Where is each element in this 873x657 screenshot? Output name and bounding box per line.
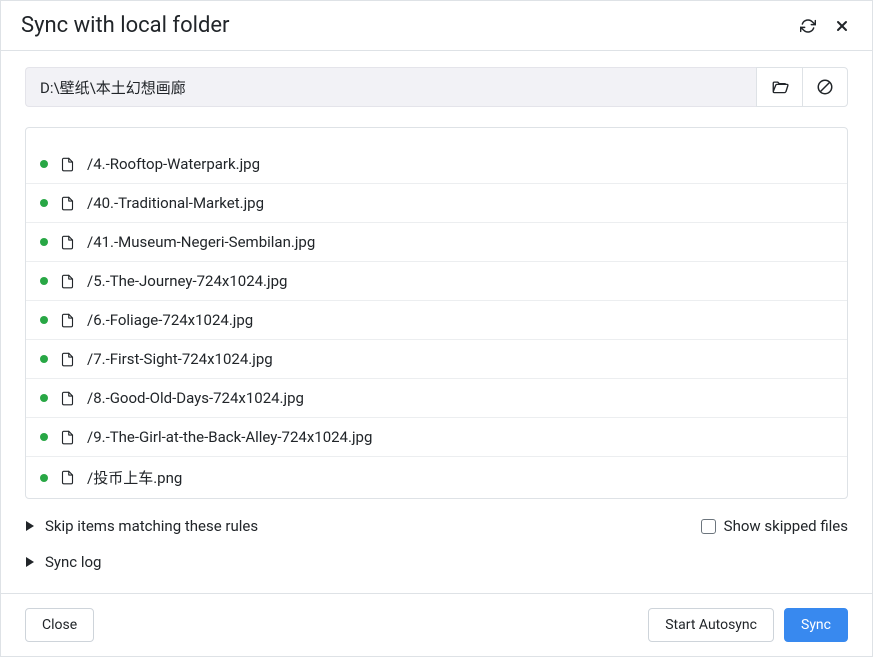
file-item[interactable]: /41.-Museum-Negeri-Sembilan.jpg xyxy=(26,223,847,262)
file-icon xyxy=(60,156,75,173)
dialog-footer: Close Start Autosync Sync xyxy=(1,594,872,656)
status-dot-icon xyxy=(40,474,48,482)
dialog-body: /4.-Rooftop-Waterpark.jpg/40.-Traditiona… xyxy=(1,50,872,594)
status-dot-icon xyxy=(40,394,48,402)
folder-path-input[interactable] xyxy=(25,67,756,107)
file-icon xyxy=(60,312,75,329)
browse-folder-button[interactable] xyxy=(756,67,802,107)
status-dot-icon xyxy=(40,433,48,441)
status-dot-icon xyxy=(40,316,48,324)
file-icon xyxy=(60,234,75,251)
file-name: /40.-Traditional-Market.jpg xyxy=(87,194,264,212)
file-icon xyxy=(60,390,75,407)
file-name: /8.-Good-Old-Days-724x1024.jpg xyxy=(87,389,304,407)
file-item[interactable]: /40.-Traditional-Market.jpg xyxy=(26,184,847,223)
checkbox-box xyxy=(701,519,716,534)
file-list[interactable]: /4.-Rooftop-Waterpark.jpg/40.-Traditiona… xyxy=(26,128,847,498)
cancel-icon xyxy=(816,78,834,96)
file-name: /投币上车.png xyxy=(87,467,182,488)
header-actions xyxy=(798,16,852,36)
path-row xyxy=(25,67,848,107)
dialog-header: Sync with local folder xyxy=(1,1,872,50)
folder-open-icon xyxy=(771,78,789,96)
file-name: /9.-The-Girl-at-the-Back-Alley-724x1024.… xyxy=(87,428,372,446)
status-dot-icon xyxy=(40,160,48,168)
close-icon xyxy=(834,18,850,34)
file-item[interactable]: /9.-The-Girl-at-the-Back-Alley-724x1024.… xyxy=(26,418,847,457)
file-list-container: /4.-Rooftop-Waterpark.jpg/40.-Traditiona… xyxy=(25,127,848,499)
sync-dialog: Sync with local folder /4.-Rooftop-Water… xyxy=(0,0,873,657)
close-button[interactable]: Close xyxy=(25,608,94,642)
show-skipped-checkbox[interactable]: Show skipped files xyxy=(701,517,848,535)
sync-log-label: Sync log xyxy=(45,553,101,571)
file-icon xyxy=(60,195,75,212)
file-name: /7.-First-Sight-724x1024.jpg xyxy=(87,350,273,368)
caret-right-icon xyxy=(25,556,35,568)
skip-rules-label: Skip items matching these rules xyxy=(45,517,258,535)
status-dot-icon xyxy=(40,238,48,246)
file-name: /6.-Foliage-724x1024.jpg xyxy=(87,311,253,329)
refresh-icon xyxy=(800,18,816,34)
status-dot-icon xyxy=(40,199,48,207)
close-x-button[interactable] xyxy=(832,16,852,36)
options-row: Skip items matching these rules Show ski… xyxy=(25,517,848,535)
scroll-filler xyxy=(26,128,847,145)
sync-log-row: Sync log xyxy=(25,553,848,571)
caret-right-icon xyxy=(25,520,35,532)
clear-path-button[interactable] xyxy=(802,67,848,107)
file-name: /5.-The-Journey-724x1024.jpg xyxy=(87,272,287,290)
file-icon xyxy=(60,273,75,290)
file-item[interactable]: /6.-Foliage-724x1024.jpg xyxy=(26,301,847,340)
footer-right: Start Autosync Sync xyxy=(648,608,848,642)
file-name: /41.-Museum-Negeri-Sembilan.jpg xyxy=(87,233,315,251)
file-icon xyxy=(60,469,75,486)
file-item[interactable]: /8.-Good-Old-Days-724x1024.jpg xyxy=(26,379,847,418)
status-dot-icon xyxy=(40,355,48,363)
sync-button[interactable]: Sync xyxy=(784,608,848,642)
file-icon xyxy=(60,351,75,368)
file-item[interactable]: /5.-The-Journey-724x1024.jpg xyxy=(26,262,847,301)
start-autosync-button[interactable]: Start Autosync xyxy=(648,608,774,642)
status-dot-icon xyxy=(40,277,48,285)
file-item[interactable]: /7.-First-Sight-724x1024.jpg xyxy=(26,340,847,379)
show-skipped-label: Show skipped files xyxy=(724,517,848,535)
file-item[interactable]: /4.-Rooftop-Waterpark.jpg xyxy=(26,145,847,184)
sync-log-toggle[interactable]: Sync log xyxy=(25,553,848,571)
file-item[interactable]: /投币上车.png xyxy=(26,457,847,498)
file-name: /4.-Rooftop-Waterpark.jpg xyxy=(87,155,260,173)
skip-rules-toggle[interactable]: Skip items matching these rules xyxy=(25,517,258,535)
file-icon xyxy=(60,429,75,446)
refresh-button[interactable] xyxy=(798,16,818,36)
dialog-title: Sync with local folder xyxy=(21,13,230,38)
